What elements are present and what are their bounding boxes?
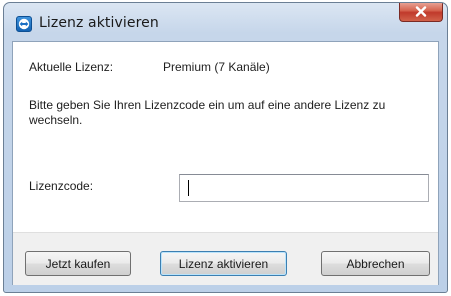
dialog-content: Aktuelle Lizenz: Premium (7 Kanäle) Bitt… — [12, 41, 439, 285]
license-code-input[interactable] — [179, 174, 429, 202]
close-button[interactable] — [399, 3, 443, 22]
text-cursor — [188, 180, 189, 196]
license-code-label: Lizenzcode: — [29, 179, 94, 193]
cancel-button[interactable]: Abbrechen — [321, 251, 430, 276]
current-license-label: Aktuelle Lizenz: — [29, 60, 114, 74]
window-title: Lizenz aktivieren — [39, 15, 159, 31]
title-bar[interactable]: Lizenz aktivieren — [4, 3, 447, 41]
teamviewer-icon — [16, 16, 32, 32]
license-dialog: Lizenz aktivieren Aktuelle Lizenz: Premi… — [3, 2, 448, 293]
current-license-value: Premium (7 Kanäle) — [163, 60, 270, 74]
close-icon — [415, 6, 427, 17]
activate-license-button[interactable]: Lizenz aktivieren — [160, 251, 287, 276]
buy-now-button[interactable]: Jetzt kaufen — [25, 251, 131, 276]
button-bar: Jetzt kaufen Lizenz aktivieren Abbrechen — [13, 232, 438, 285]
info-text: Bitte geben Sie Ihren Lizenzcode ein um … — [29, 98, 386, 127]
